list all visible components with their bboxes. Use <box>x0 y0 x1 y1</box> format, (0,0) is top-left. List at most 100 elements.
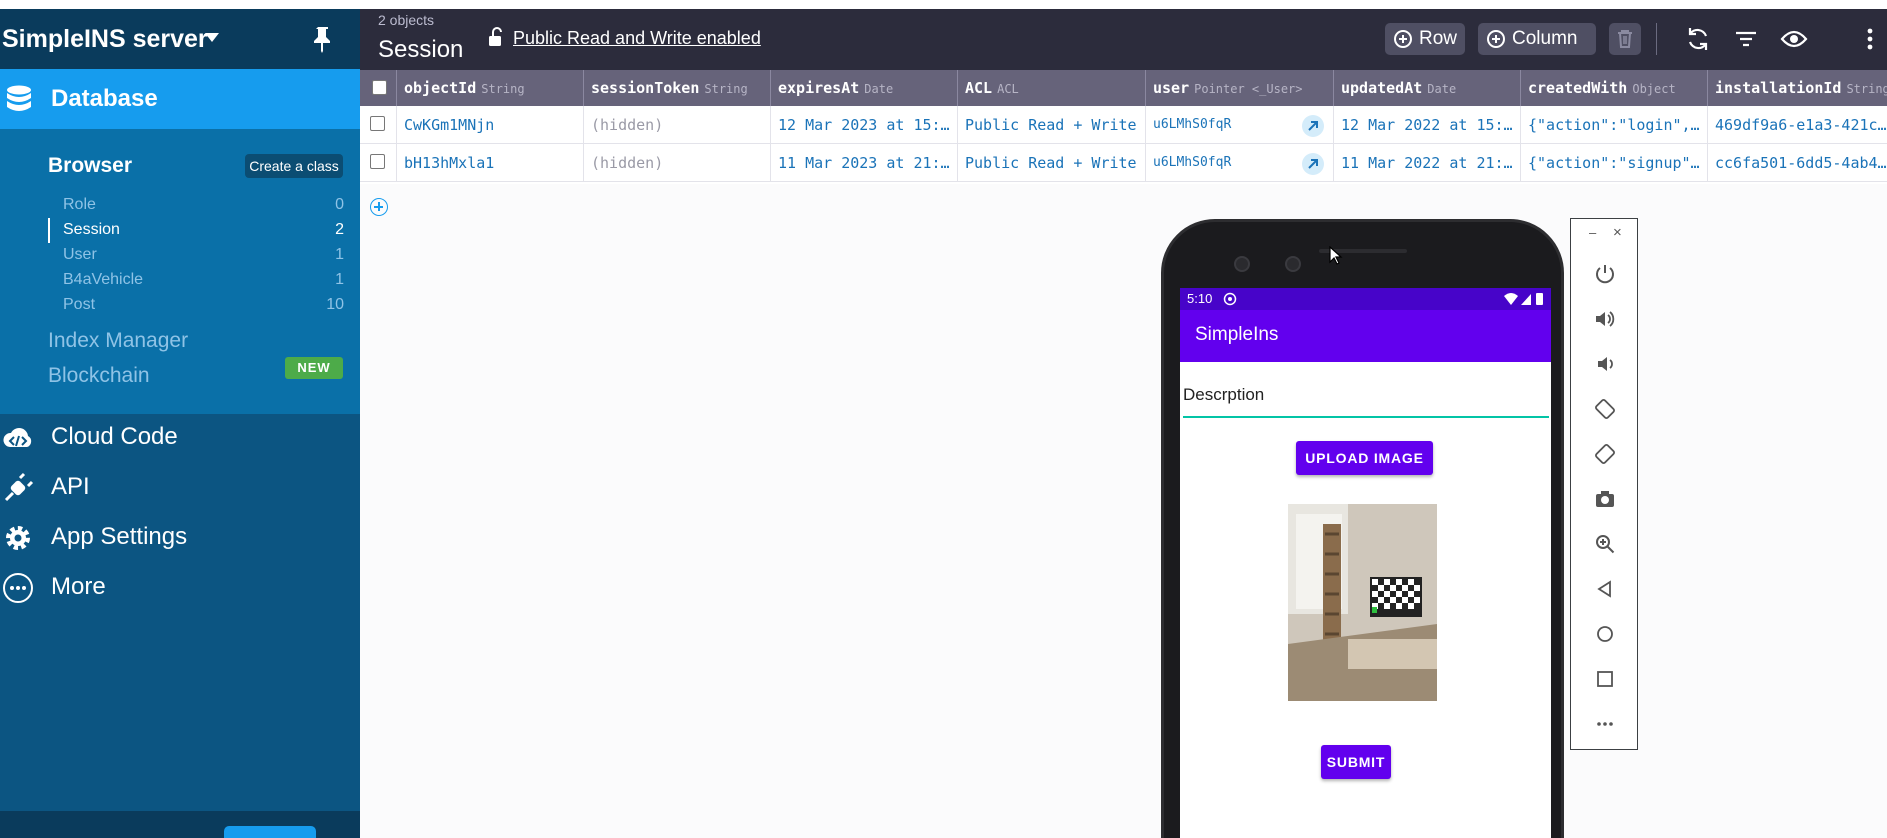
sidebar-item-more[interactable]: More <box>0 564 360 608</box>
row-checkbox[interactable] <box>370 154 385 169</box>
table-row: bH13hMxla1 (hidden) 11 Mar 2023 at 21:… … <box>360 144 1887 182</box>
pin-icon[interactable] <box>312 25 334 53</box>
more-vertical-icon[interactable] <box>1856 25 1884 53</box>
sidebar-item-index-manager[interactable]: Index Manager <box>48 329 188 353</box>
footer-button[interactable] <box>224 826 316 838</box>
cell-installationid[interactable]: cc6fa501-6dd5-4ab4… <box>1708 144 1887 182</box>
eye-icon[interactable] <box>1780 25 1808 53</box>
column-header-updatedat[interactable]: updatedAt Date <box>1334 70 1521 106</box>
more-horizontal-icon[interactable] <box>1593 712 1617 736</box>
column-header-expiresat[interactable]: expiresAt Date <box>771 70 958 106</box>
sidebar-item-api[interactable]: API <box>0 464 360 508</box>
select-all-checkbox[interactable] <box>372 80 387 95</box>
class-count: 0 <box>335 196 344 213</box>
cell-acl[interactable]: Public Read + Write <box>958 106 1146 144</box>
overview-icon[interactable] <box>1593 667 1617 691</box>
cell-sessiontoken[interactable]: (hidden) <box>584 106 771 144</box>
toolbar: 2 objects Session Public Read and Write … <box>360 9 1887 70</box>
class-count: 1 <box>335 246 344 263</box>
cell-updatedat[interactable]: 11 Mar 2022 at 21:… <box>1334 144 1521 182</box>
class-name: Post <box>63 296 96 313</box>
filter-icon[interactable] <box>1732 25 1760 53</box>
cell-createdwith[interactable]: {"action":"login",… <box>1521 106 1708 144</box>
rotate-left-icon[interactable] <box>1593 397 1617 421</box>
plus-circle-icon <box>1394 30 1412 48</box>
delete-button[interactable] <box>1609 23 1641 55</box>
column-header-acl[interactable]: ACL ACL <box>958 70 1146 106</box>
notification-icon <box>1223 292 1237 306</box>
class-name: User <box>63 246 97 263</box>
app-switcher[interactable]: SimpleINS server <box>0 9 360 69</box>
cell-sessiontoken[interactable]: (hidden) <box>584 144 771 182</box>
back-icon[interactable] <box>1593 577 1617 601</box>
create-class-button[interactable]: Create a class <box>245 154 343 178</box>
row-select-cell <box>360 106 397 144</box>
app-bar: SimpleIns <box>1180 310 1551 362</box>
class-item-post[interactable]: Post 10 <box>48 293 344 318</box>
column-type: Date <box>1427 82 1457 96</box>
plus-circle-icon <box>1487 30 1505 48</box>
new-badge: NEW <box>285 357 343 379</box>
cell-objectid[interactable]: CwKGm1MNjn <box>397 106 584 144</box>
camera-icon <box>1285 256 1301 272</box>
cell-objectid[interactable]: bH13hMxla1 <box>397 144 584 182</box>
pointer-value: u6LMhS0fqR <box>1153 117 1232 132</box>
column-header-objectid[interactable]: objectId String <box>397 70 584 106</box>
sidebar-item-blockchain[interactable]: Blockchain <box>48 364 150 388</box>
volume-up-icon[interactable] <box>1593 307 1617 331</box>
class-item-b4avehicle[interactable]: B4aVehicle 1 <box>48 268 344 293</box>
sidebar-item-cloud-code[interactable]: Cloud Code <box>0 414 360 458</box>
close-button[interactable]: × <box>1613 224 1622 241</box>
pointer-value: u6LMhS0fqR <box>1153 155 1232 170</box>
upload-image-button[interactable]: UPLOAD IMAGE <box>1296 441 1433 475</box>
description-field[interactable]: Descrption <box>1183 374 1549 418</box>
class-item-session[interactable]: Session 2 <box>48 218 344 243</box>
cell-expiresat[interactable]: 11 Mar 2023 at 21:… <box>771 144 958 182</box>
add-row-button[interactable]: Row <box>1385 23 1465 55</box>
class-count: 10 <box>326 296 344 313</box>
rotate-right-icon[interactable] <box>1593 442 1617 466</box>
minimize-button[interactable]: – <box>1589 225 1596 240</box>
add-row-icon[interactable] <box>370 198 388 216</box>
acl-link[interactable]: Public Read and Write enabled <box>513 28 761 49</box>
column-name: updatedAt <box>1341 79 1423 97</box>
column-header-sessiontoken[interactable]: sessionToken String <box>584 70 771 106</box>
zoom-icon[interactable] <box>1593 532 1617 556</box>
database-submenu: Browser Create a class Role 0 Session 2 … <box>0 129 360 414</box>
power-icon[interactable] <box>1593 262 1617 286</box>
volume-down-icon[interactable] <box>1593 352 1617 376</box>
row-checkbox[interactable] <box>370 116 385 131</box>
column-header-installationid[interactable]: installationId String <box>1708 70 1887 106</box>
home-icon[interactable] <box>1593 622 1617 646</box>
class-item-role[interactable]: Role 0 <box>48 193 344 218</box>
camera-screenshot-icon[interactable] <box>1593 487 1617 511</box>
pointer-link-button[interactable] <box>1302 153 1324 175</box>
sidebar-item-label: Database <box>51 85 158 112</box>
column-header-user[interactable]: user Pointer <_User> <box>1146 70 1334 106</box>
class-name: B4aVehicle <box>63 271 144 288</box>
sidebar-item-label: App Settings <box>51 523 188 550</box>
cell-acl[interactable]: Public Read + Write <box>958 144 1146 182</box>
submit-button[interactable]: SUBMIT <box>1321 745 1391 779</box>
table-empty-area <box>360 184 1887 838</box>
column-header-createdwith[interactable]: createdWith Object <box>1521 70 1708 106</box>
cell-createdwith[interactable]: {"action":"signup"… <box>1521 144 1708 182</box>
sidebar-item-app-settings[interactable]: App Settings <box>0 514 360 558</box>
cell-updatedat[interactable]: 12 Mar 2022 at 15:… <box>1334 106 1521 144</box>
add-row-label: Row <box>1419 28 1458 49</box>
column-name: expiresAt <box>778 79 860 97</box>
column-type: String <box>1846 82 1887 96</box>
cell-installationid[interactable]: 469df9a6-e1a3-421c… <box>1708 106 1887 144</box>
refresh-icon[interactable] <box>1684 25 1712 53</box>
add-column-button[interactable]: Column <box>1478 23 1596 55</box>
class-name: Role <box>63 196 96 213</box>
add-column-label: Column <box>1512 28 1578 49</box>
sidebar: SimpleINS server Database Browser Create… <box>0 9 360 838</box>
status-time: 5:10 <box>1187 291 1213 306</box>
pointer-link-button[interactable] <box>1302 115 1324 137</box>
sidebar-item-browser[interactable]: Browser <box>48 154 132 178</box>
database-icon <box>7 85 31 111</box>
class-item-user[interactable]: User 1 <box>48 243 344 268</box>
sidebar-item-database[interactable]: Database <box>0 69 360 129</box>
cell-expiresat[interactable]: 12 Mar 2023 at 15:… <box>771 106 958 144</box>
